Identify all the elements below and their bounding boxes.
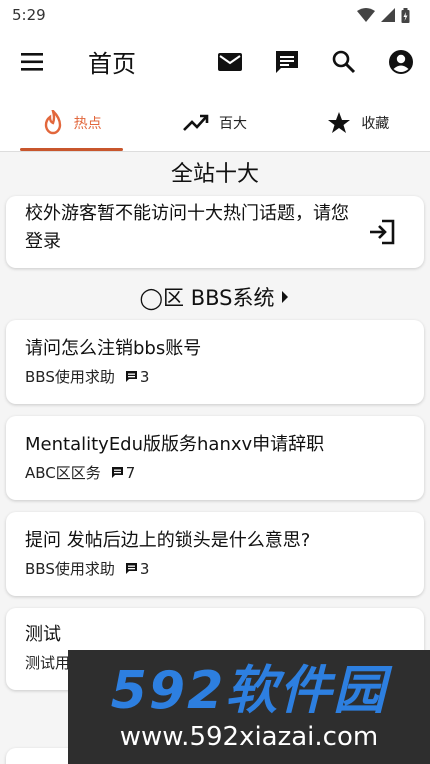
menu-icon[interactable]	[20, 50, 46, 74]
trending-up-icon	[183, 114, 209, 131]
login-icon[interactable]	[368, 218, 396, 246]
post-board: 测试用	[25, 654, 71, 672]
status-time: 5:29	[12, 6, 46, 24]
account-icon[interactable]	[387, 48, 415, 76]
star-icon	[328, 111, 351, 133]
tab-top100[interactable]: 百大	[143, 94, 286, 151]
post-title: MentalityEdu版版务hanxv申请辞职	[25, 434, 325, 455]
reply-count: 3	[125, 560, 149, 578]
post-card[interactable]: 请问怎么注销bbs账号 BBS使用求助 3	[6, 320, 424, 404]
post-meta: 测试用	[25, 652, 70, 673]
watermark: 592软件园 www.592xiazai.com	[68, 650, 430, 764]
post-card[interactable]: MentalityEdu版版务hanxv申请辞职 ABC区区务 7	[6, 416, 424, 500]
message-icon[interactable]	[273, 48, 301, 76]
post-board: BBS使用求助	[25, 368, 115, 386]
post-title: 测试	[25, 624, 61, 645]
tab-favorites[interactable]: 收藏	[287, 94, 430, 151]
post-title: 提问 发帖后边上的锁头是什么意思?	[25, 530, 311, 551]
post-card[interactable]: 提问 发帖后边上的锁头是什么意思? BBS使用求助 3	[6, 512, 424, 596]
reply-count: 3	[125, 368, 149, 386]
tab-label: 百大	[218, 115, 247, 132]
post-title: 请问怎么注销bbs账号	[25, 338, 202, 359]
tab-label: 热点	[73, 115, 102, 132]
signal-icon	[381, 8, 395, 22]
tab-bar: 热点 百大 收藏	[0, 94, 430, 152]
status-bar: 5:29	[0, 0, 430, 30]
board-title: ◯区 BBS系统	[139, 286, 275, 310]
watermark-logo: 592软件园	[110, 661, 388, 721]
watermark-url: www.592xiazai.com	[119, 722, 379, 752]
wifi-icon	[357, 8, 375, 22]
comment-icon	[111, 467, 123, 478]
section-title: 全站十大	[170, 162, 259, 187]
battery-icon	[401, 7, 410, 23]
tab-hot[interactable]: 热点	[0, 94, 143, 151]
status-icons	[357, 7, 410, 23]
comment-icon	[125, 563, 137, 574]
fire-icon	[44, 109, 61, 134]
search-icon[interactable]	[330, 48, 358, 76]
chevron-right-icon	[282, 291, 289, 303]
post-meta: ABC区区务 7	[25, 462, 135, 483]
login-prompt-text: 校外游客暂不能访问十大热门话题，请您登录	[25, 203, 349, 252]
mail-icon[interactable]	[216, 48, 244, 76]
post-board: BBS使用求助	[25, 560, 115, 578]
post-board: ABC区区务	[25, 464, 101, 482]
board-header[interactable]: ◯区 BBS系统	[0, 282, 430, 312]
reply-count: 7	[111, 464, 135, 482]
app-bar: 首页	[0, 30, 430, 94]
page-title: 首页	[88, 50, 136, 78]
login-prompt-card[interactable]: 校外游客暂不能访问十大热门话题，请您登录	[6, 196, 424, 268]
post-meta: BBS使用求助 3	[25, 558, 149, 579]
comment-icon	[125, 371, 137, 382]
post-meta: BBS使用求助 3	[25, 366, 149, 387]
tab-label: 收藏	[361, 115, 390, 132]
